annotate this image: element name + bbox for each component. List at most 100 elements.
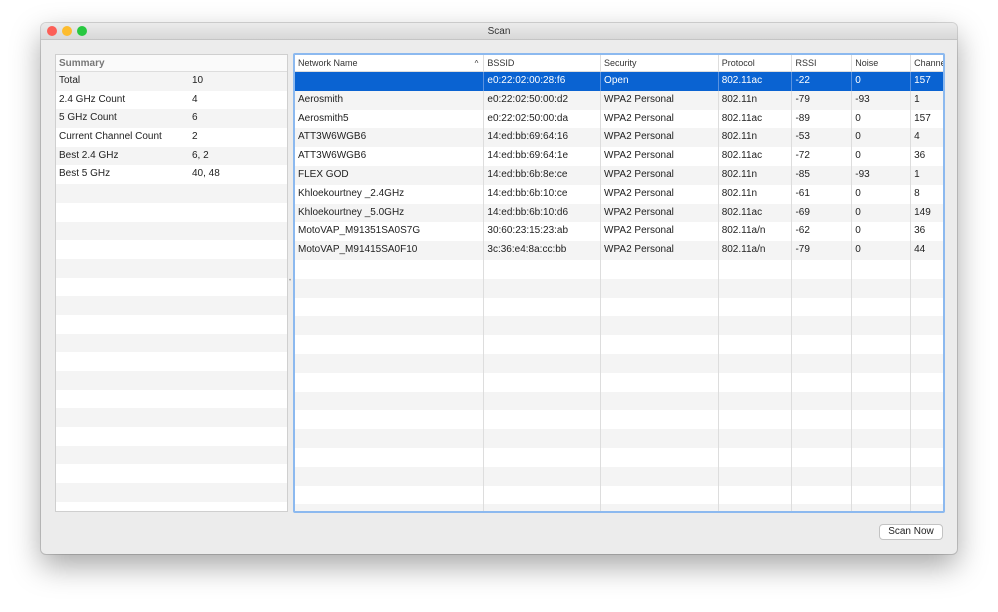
table-cell: FLEX GOD: [295, 165, 485, 185]
table-cell: 149: [914, 206, 931, 218]
table-cell: -93: [852, 90, 912, 110]
table-cell: [295, 447, 485, 467]
table-row[interactable]: [295, 372, 943, 392]
table-row[interactable]: MotoVAP_M91351SA0S7G 30:60:23:15:23:ab WPA…: [295, 222, 943, 242]
table-cell: [601, 504, 719, 511]
table-cell: -85: [792, 165, 853, 185]
minimize-button[interactable]: [62, 26, 72, 36]
table-cell: [792, 504, 853, 511]
table-cell: -62: [792, 222, 853, 242]
table-row[interactable]: [295, 429, 943, 448]
table-cell: 14:ed:bb:69:64:16: [484, 128, 602, 148]
column-header-security[interactable]: Security: [601, 55, 719, 71]
summary-row: [56, 390, 287, 409]
table-header: Network Name ^ BSSID Security Protocol RSSI No…: [295, 55, 943, 72]
summary-row: Best 2.4 GHz 6, 2: [56, 146, 287, 166]
table-row[interactable]: Khloekourtney _2.4GHz 14:ed:bb:6b:10:ce WP…: [295, 184, 943, 204]
table-cell: MotoVAP_M91415SA0F10: [295, 241, 485, 260]
table-row[interactable]: [295, 447, 943, 467]
table-cell: [792, 316, 853, 336]
table-row[interactable]: [295, 391, 943, 411]
table-row[interactable]: [295, 485, 943, 505]
table-cell: [792, 278, 853, 298]
table-cell: [484, 278, 602, 298]
summary-row: [56, 352, 287, 371]
table-cell: [295, 372, 485, 392]
table-cell: 802.11n: [719, 165, 793, 185]
table-row[interactable]: MotoVAP_M91415SA0F10 3c:36:e4:8a:cc:bb WPA…: [295, 241, 943, 260]
column-header-channel[interactable]: Channel: [911, 55, 943, 71]
table-cell: [792, 429, 853, 448]
table-cell: [792, 485, 853, 505]
summary-row: [56, 221, 287, 241]
table-cell: 30:60:23:15:23:ab: [484, 222, 602, 242]
close-button[interactable]: [47, 26, 57, 36]
table-cell: -53: [792, 128, 853, 148]
table-row[interactable]: e0:22:02:00:28:f6 Open 802.11ac -22 0 157: [295, 72, 943, 91]
table-cell: 1: [914, 93, 920, 105]
column-header-label: Channel: [914, 58, 943, 68]
table-row[interactable]: ATT3W6WGB6 14:ed:bb:69:64:16 WPA2 Personal…: [295, 128, 943, 148]
table-row[interactable]: Aerosmith5 e0:22:02:50:00:da WPA2 Personal…: [295, 109, 943, 129]
table-cell: [295, 335, 485, 354]
column-header-protocol[interactable]: Protocol: [719, 55, 793, 71]
table-cell: 44: [914, 244, 926, 256]
table-row[interactable]: [295, 278, 943, 298]
table-row[interactable]: [295, 297, 943, 317]
column-header-bssid[interactable]: BSSID: [484, 55, 602, 71]
table-cell: [484, 485, 602, 505]
table-cell: [911, 410, 943, 429]
table-row[interactable]: [295, 259, 943, 279]
title-bar: Scan: [41, 23, 957, 40]
table-cell: [295, 504, 485, 511]
summary-label: 2.4 GHz Count: [59, 93, 126, 105]
summary-label: 5 GHz Count: [59, 112, 117, 124]
table-cell: [911, 316, 943, 335]
table-cell: 14:ed:bb:6b:10:d6: [484, 203, 602, 223]
summary-row: [56, 203, 287, 222]
table-cell: WPA2 Personal: [601, 203, 719, 223]
column-header-rssi[interactable]: RSSI: [792, 55, 853, 71]
table-cell: MotoVAP_M91351SA0S7G: [295, 222, 485, 242]
networks-table[interactable]: Network Name ^ BSSID Security Protocol RSSI No…: [293, 53, 945, 513]
table-row[interactable]: [295, 504, 943, 511]
table-cell: [601, 485, 719, 505]
table-row[interactable]: [295, 335, 943, 354]
table-row[interactable]: [295, 316, 943, 336]
table-cell: 802.11n: [719, 184, 793, 204]
column-header-label: Protocol: [721, 58, 755, 68]
table-cell: 0: [852, 109, 912, 129]
table-row[interactable]: [295, 410, 943, 430]
table-cell: 802.11n: [719, 90, 793, 110]
table-row[interactable]: [295, 353, 943, 373]
table-row[interactable]: Khloekourtney _5.0GHz 14:ed:bb:6b:10:d6 WP…: [295, 203, 943, 223]
table-cell: 0: [852, 128, 912, 148]
zoom-button[interactable]: [77, 26, 87, 36]
split-view-divider[interactable]: •: [289, 278, 292, 284]
table-cell: [852, 466, 912, 486]
table-cell: -79: [792, 90, 853, 110]
summary-row: [56, 184, 287, 203]
table-cell: [719, 447, 793, 467]
table-cell: [792, 466, 853, 486]
table-cell: [719, 297, 793, 317]
table-row[interactable]: FLEX GOD 14:ed:bb:6b:8e:ce WPA2 Personal 80…: [295, 165, 943, 185]
table-row[interactable]: [295, 466, 943, 486]
scan-now-button[interactable]: Scan Now: [879, 524, 943, 540]
column-header-network-name[interactable]: Network Name ^: [295, 55, 485, 71]
summary-row: [56, 240, 287, 259]
table-cell: -22: [792, 72, 853, 91]
table-cell: [719, 353, 793, 373]
table-cell: 0: [852, 147, 912, 166]
table-row[interactable]: Aerosmith e0:22:02:50:00:d2 WPA2 Personal 8…: [295, 90, 943, 110]
table-cell: -69: [792, 203, 853, 223]
column-header-label: RSSI: [795, 58, 817, 68]
table-row[interactable]: ATT3W6WGB6 14:ed:bb:69:64:1e WPA2 Personal…: [295, 147, 943, 166]
table-cell: -72: [792, 147, 853, 166]
table-cell: [484, 259, 602, 279]
table-cell: [601, 278, 719, 298]
table-cell: [792, 335, 853, 354]
table-cell: [601, 372, 719, 392]
table-cell: -93: [852, 165, 912, 185]
column-header-noise[interactable]: Noise: [852, 55, 912, 71]
